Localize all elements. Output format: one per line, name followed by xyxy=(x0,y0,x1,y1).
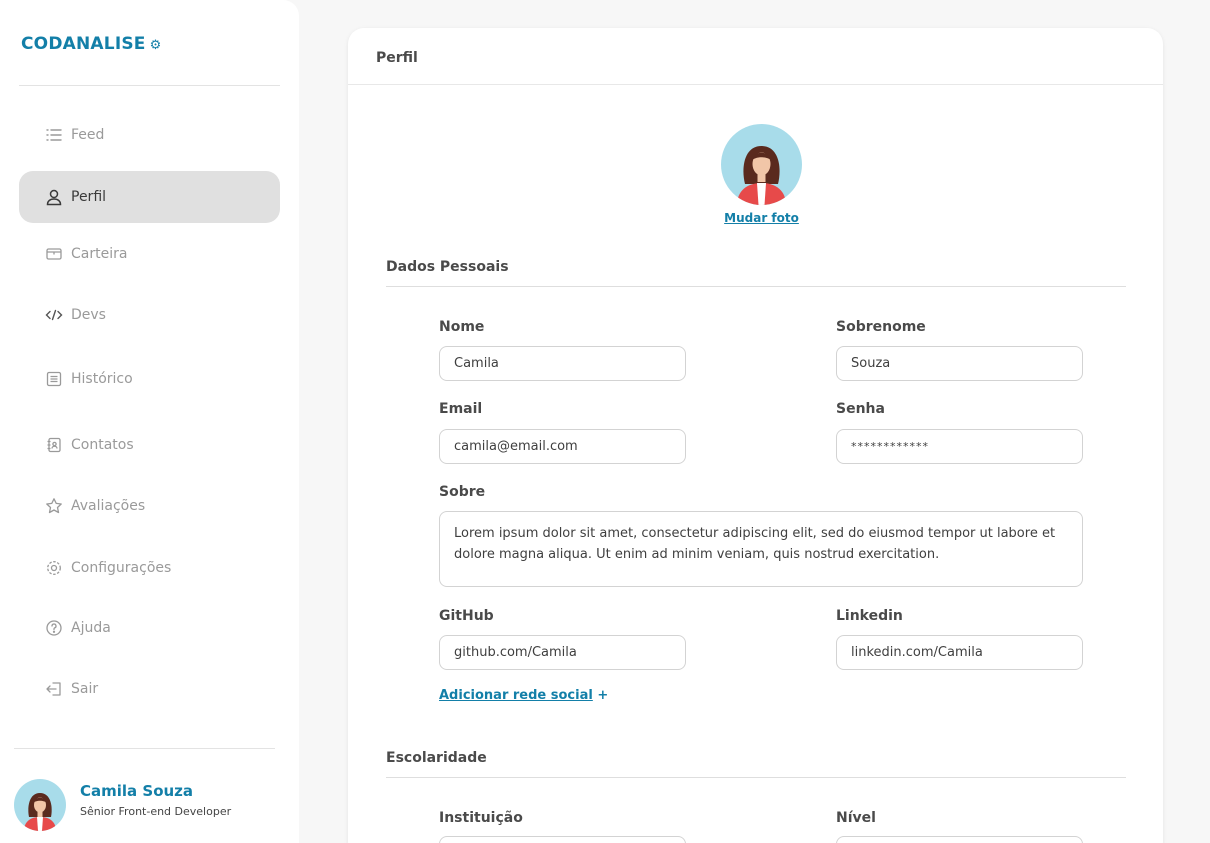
section-title-personal: Dados Pessoais xyxy=(386,259,509,275)
linkedin-label: Linkedin xyxy=(836,608,903,624)
sidebar-item-label: Histórico xyxy=(71,371,133,387)
section-divider xyxy=(386,777,1126,778)
logout-icon xyxy=(43,678,65,700)
gear-icon xyxy=(43,557,65,579)
help-icon xyxy=(43,617,65,639)
sidebar-item-feed[interactable]: Feed xyxy=(19,109,280,161)
user-role: Sênior Front-end Developer xyxy=(80,805,232,818)
linkedin-field[interactable]: linkedin.com/Camila xyxy=(836,635,1083,670)
institution-label: Instituição xyxy=(439,810,523,826)
sidebar-item-label: Devs xyxy=(71,307,106,323)
contacts-icon xyxy=(43,434,65,456)
robot-icon: ⚙ xyxy=(149,38,162,53)
last-name-label: Sobrenome xyxy=(836,319,926,335)
institution-field[interactable] xyxy=(439,836,686,843)
brand-logo[interactable]: CODANALISE ⚙ xyxy=(21,34,161,54)
document-icon xyxy=(43,368,65,390)
brand-name: CODANALISE xyxy=(21,34,146,54)
sidebar-item-ajuda[interactable]: Ajuda xyxy=(19,602,280,654)
password-label: Senha xyxy=(836,401,885,417)
sidebar-item-contatos[interactable]: Contatos xyxy=(19,419,280,471)
sidebar-item-label: Sair xyxy=(71,681,99,697)
add-social-label: Adicionar rede social xyxy=(439,688,593,703)
section-title-education: Escolaridade xyxy=(386,750,487,766)
card-divider xyxy=(348,84,1163,85)
profile-card: Perfil Mudar foto Dados Pessoais Nome Ca… xyxy=(348,28,1163,843)
sidebar-item-avaliacoes[interactable]: Avaliações xyxy=(19,480,280,532)
section-divider xyxy=(386,286,1126,287)
sidebar-item-configuracoes[interactable]: Configurações xyxy=(19,542,280,594)
user-name: Camila Souza xyxy=(80,782,194,800)
avatar[interactable] xyxy=(14,779,66,831)
sidebar-item-perfil[interactable]: Perfil xyxy=(19,171,280,223)
add-social-link[interactable]: Adicionar rede social + xyxy=(439,688,608,703)
level-field[interactable] xyxy=(836,836,1083,843)
wallet-icon xyxy=(43,243,65,265)
about-textarea[interactable]: Lorem ipsum dolor sit amet, consectetur … xyxy=(439,511,1083,587)
first-name-label: Nome xyxy=(439,319,485,335)
sidebar: CODANALISE ⚙ Feed Perfil Carteira Devs Hi… xyxy=(0,0,299,843)
sidebar-item-label: Contatos xyxy=(71,437,134,453)
sidebar-item-sair[interactable]: Sair xyxy=(19,663,280,715)
plus-icon: + xyxy=(597,688,609,703)
profile-avatar xyxy=(721,124,802,205)
sidebar-item-label: Feed xyxy=(71,127,105,143)
sidebar-item-label: Perfil xyxy=(71,189,107,205)
last-name-field[interactable]: Souza xyxy=(836,346,1083,381)
sidebar-item-label: Carteira xyxy=(71,246,128,262)
level-label: Nível xyxy=(836,810,876,826)
sidebar-item-historico[interactable]: Histórico xyxy=(19,353,280,405)
sidebar-item-label: Configurações xyxy=(71,560,172,576)
github-field[interactable]: github.com/Camila xyxy=(439,635,686,670)
sidebar-item-carteira[interactable]: Carteira xyxy=(19,228,280,280)
page-title: Perfil xyxy=(376,50,418,66)
email-label: Email xyxy=(439,401,483,417)
first-name-field[interactable]: Camila xyxy=(439,346,686,381)
change-photo-link[interactable]: Mudar foto xyxy=(348,211,1175,225)
code-icon xyxy=(43,304,65,326)
sidebar-item-label: Avaliações xyxy=(71,498,146,514)
github-label: GitHub xyxy=(439,608,494,624)
list-icon xyxy=(43,124,65,146)
star-icon xyxy=(43,495,65,517)
sidebar-divider xyxy=(14,748,275,749)
password-field[interactable]: ************ xyxy=(836,429,1083,464)
email-field[interactable]: camila@email.com xyxy=(439,429,686,464)
user-icon xyxy=(43,186,65,208)
sidebar-item-devs[interactable]: Devs xyxy=(19,289,280,341)
sidebar-item-label: Ajuda xyxy=(71,620,111,636)
sidebar-divider xyxy=(19,85,280,86)
about-label: Sobre xyxy=(439,484,486,500)
